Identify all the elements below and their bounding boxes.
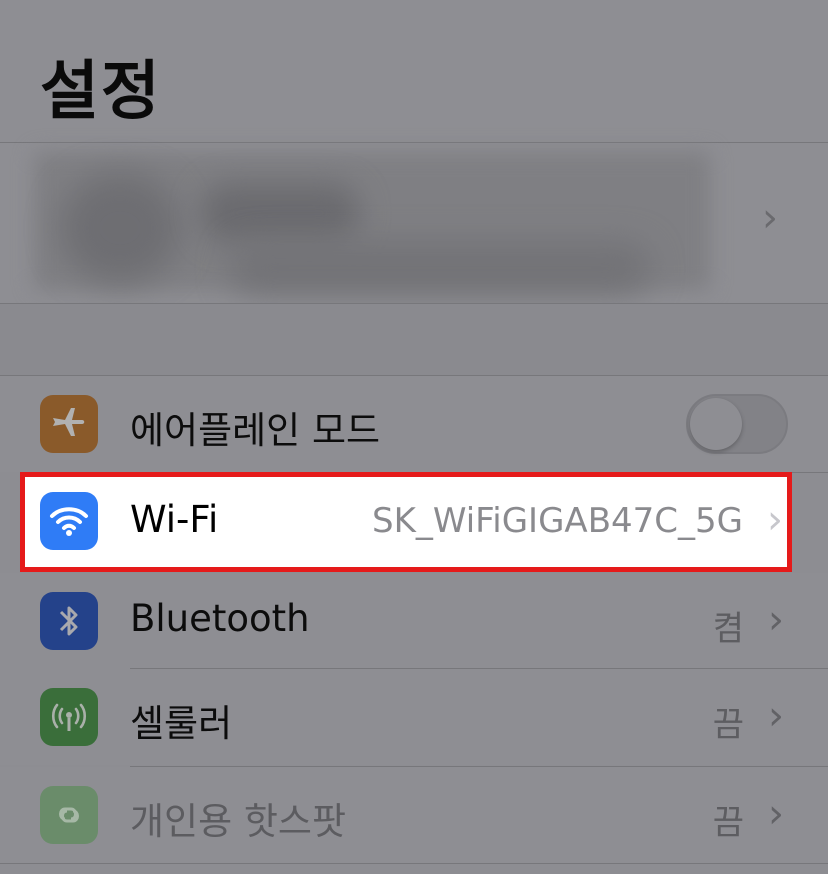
divider [0, 863, 828, 864]
cellular-row[interactable]: 셀룰러 끔 › [0, 669, 828, 765]
wifi-network-name: SK_WiFiGIGAB47C_5G [371, 501, 743, 541]
blurred-name [200, 183, 360, 243]
wifi-icon [40, 492, 98, 550]
avatar [60, 173, 180, 283]
bluetooth-status: 켬 [712, 609, 744, 649]
chevron-right-icon: › [768, 693, 784, 739]
hotspot-icon [40, 786, 98, 844]
chevron-right-icon: › [768, 791, 784, 837]
cellular-label: 셀룰러 [130, 702, 233, 745]
toggle-knob [690, 398, 742, 450]
airplane-mode-toggle[interactable] [686, 394, 788, 454]
cellular-icon [40, 688, 98, 746]
bluetooth-label: Bluetooth [130, 597, 310, 640]
personal-hotspot-row[interactable]: 개인용 핫스팟 끔 › [0, 767, 828, 863]
header: 설정 [0, 0, 828, 142]
apple-id-account-row[interactable]: › [0, 143, 828, 303]
chevron-right-icon: › [762, 195, 778, 241]
cellular-status: 끔 [712, 705, 744, 745]
bluetooth-row[interactable]: Bluetooth 켬 › [0, 573, 828, 669]
bluetooth-icon [40, 592, 98, 650]
chevron-right-icon: › [767, 497, 783, 543]
wifi-row[interactable]: Wi-Fi SK_WiFiGIGAB47C_5G › [20, 472, 792, 572]
wifi-label: Wi-Fi [130, 498, 219, 541]
airplane-mode-row: 에어플레인 모드 [0, 376, 828, 472]
page-title: 설정 [40, 55, 162, 129]
blurred-subtitle [230, 243, 650, 293]
airplane-icon [40, 395, 98, 453]
personal-hotspot-label: 개인용 핫스팟 [130, 800, 347, 843]
personal-hotspot-status: 끔 [712, 803, 744, 843]
airplane-mode-label: 에어플레인 모드 [130, 409, 381, 452]
chevron-right-icon: › [768, 597, 784, 643]
section-gap [0, 304, 828, 376]
